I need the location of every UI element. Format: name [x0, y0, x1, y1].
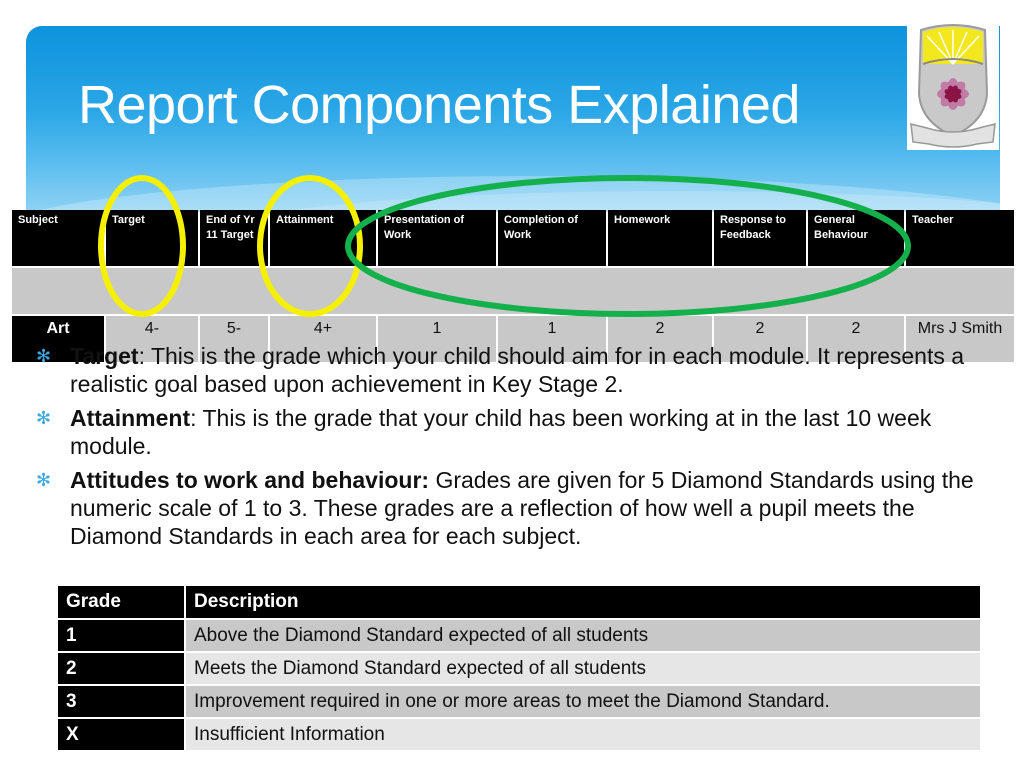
bullet-attainment: ✻ Attainment: This is the grade that you… — [36, 404, 996, 460]
grade-value: 1 — [58, 620, 186, 651]
crest-icon — [910, 24, 996, 148]
grade-description: Meets the Diamond Standard expected of a… — [186, 653, 980, 684]
slide-title: Report Components Explained — [78, 75, 800, 135]
bullet-sep: : — [138, 343, 151, 369]
header-general-behaviour: General Behaviour — [808, 210, 904, 266]
explanation-list: ✻ Target: This is the grade which your c… — [36, 342, 996, 556]
grade-row: X Insufficient Information — [58, 719, 980, 750]
grade-value: 2 — [58, 653, 186, 684]
header-homework: Homework — [608, 210, 712, 266]
grade-row: 1 Above the Diamond Standard expected of… — [58, 620, 980, 651]
bullet-term: Attainment — [70, 405, 191, 431]
grade-row: 2 Meets the Diamond Standard expected of… — [58, 653, 980, 684]
grade-value: 3 — [58, 686, 186, 717]
header-description: Description — [186, 586, 980, 618]
header-subject: Subject — [12, 210, 104, 266]
header-teacher: Teacher — [906, 210, 1014, 266]
bullet-term: Attitudes to work and behaviour: — [70, 467, 430, 493]
bullet-sep: : — [190, 405, 203, 431]
report-table: Subject Target End of Yr 11 Target Attai… — [10, 208, 1016, 364]
header-response-to-feedback: Response to Feedback — [714, 210, 806, 266]
grade-description: Insufficient Information — [186, 719, 980, 750]
grade-row: 3 Improvement required in one or more ar… — [58, 686, 980, 717]
asterisk-bullet-icon: ✻ — [36, 346, 52, 366]
grades-table: Grade Description 1 Above the Diamond St… — [58, 584, 980, 752]
bullet-term: Target — [70, 343, 139, 369]
grade-value: X — [58, 719, 186, 750]
header-completion-of-work: Completion of Work — [498, 210, 606, 266]
report-header-row: Subject Target End of Yr 11 Target Attai… — [12, 210, 1014, 266]
header-target: Target — [106, 210, 198, 266]
bullet-attitudes: ✻ Attitudes to work and behaviour: Grade… — [36, 466, 996, 550]
grade-description: Above the Diamond Standard expected of a… — [186, 620, 980, 651]
header-attainment: Attainment — [270, 210, 376, 266]
header-presentation-of-work: Presentation of Work — [378, 210, 496, 266]
asterisk-bullet-icon: ✻ — [36, 408, 52, 428]
header-grade: Grade — [58, 586, 186, 618]
grades-header-row: Grade Description — [58, 586, 980, 618]
bullet-target: ✻ Target: This is the grade which your c… — [36, 342, 996, 398]
grade-description: Improvement required in one or more area… — [186, 686, 980, 717]
header-end-of-yr11-target: End of Yr 11 Target — [200, 210, 268, 266]
school-crest-logo — [907, 24, 999, 150]
asterisk-bullet-icon: ✻ — [36, 470, 52, 490]
bullet-text: This is the grade which your child shoul… — [70, 343, 965, 397]
